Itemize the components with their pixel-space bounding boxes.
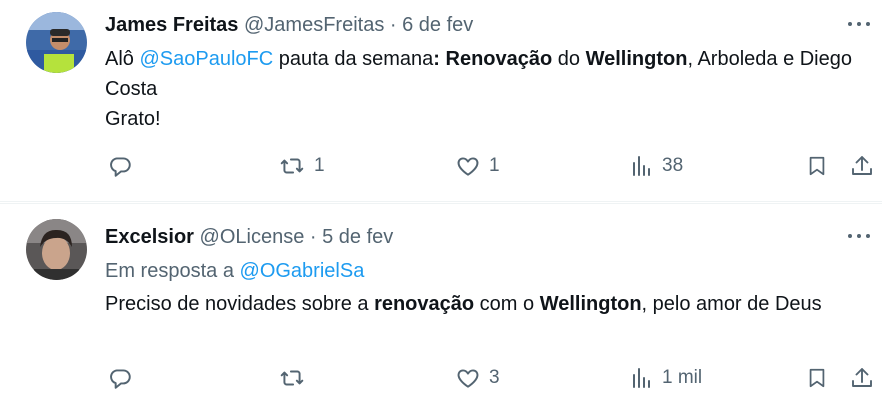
- like-icon: [457, 369, 479, 388]
- text-segment: do: [552, 48, 586, 70]
- text-segment: com o: [474, 293, 540, 315]
- text-segment: Preciso de novidades sobre a: [105, 293, 375, 315]
- retweet-icon: [280, 370, 304, 386]
- views-count: 38: [662, 155, 684, 176]
- bold-text: Wellington: [539, 293, 642, 315]
- tweet-text: Alô @SaoPauloFC pauta da semana: Renovaç…: [105, 44, 864, 134]
- reply-icon: [110, 369, 131, 389]
- views-count: 1 mil: [662, 367, 703, 388]
- bold-text: Renovação: [445, 48, 553, 70]
- divider: [0, 201, 882, 202]
- views-button[interactable]: 38: [630, 153, 683, 179]
- author-name[interactable]: Excelsior: [105, 226, 194, 248]
- tweet-date[interactable]: 5 de fev: [322, 226, 393, 248]
- share-icon: [852, 368, 872, 387]
- like-icon: [457, 157, 479, 176]
- like-count: 3: [489, 367, 500, 388]
- text-segment: Alô: [105, 48, 140, 70]
- views-button[interactable]: 1 mil: [630, 365, 702, 391]
- separator-dot: ·: [389, 14, 397, 36]
- retweet-button[interactable]: [278, 365, 314, 391]
- text-segment: :: [433, 48, 446, 70]
- like-count: 1: [489, 155, 500, 176]
- tweet-header: Excelsior @OLicense · 5 de fev: [105, 222, 864, 252]
- tweet-actions: 1 1 38: [0, 153, 882, 183]
- tweet-actions: 3 1 mil: [0, 365, 882, 395]
- bold-text: Wellington: [585, 48, 688, 70]
- reply-context: Em resposta a @OGabrielSa: [105, 256, 864, 286]
- author-name[interactable]: James Freitas: [105, 14, 238, 36]
- more-icon[interactable]: [846, 226, 872, 246]
- tweet-text: Preciso de novidades sobre a renovação c…: [105, 289, 864, 319]
- tweet-date[interactable]: 6 de fev: [402, 14, 473, 36]
- text-segment: , pelo amor de Deus: [641, 293, 822, 315]
- like-button[interactable]: 3: [455, 365, 500, 391]
- bold-text: renovação: [374, 293, 475, 315]
- share-button[interactable]: [850, 365, 874, 391]
- tweet-james-freitas[interactable]: James Freitas @JamesFreitas · 6 de fev A…: [0, 0, 882, 204]
- author-handle[interactable]: @JamesFreitas: [244, 14, 384, 36]
- more-icon[interactable]: [846, 14, 872, 34]
- bookmark-button[interactable]: [806, 365, 828, 391]
- views-icon: [633, 156, 650, 176]
- mention-link[interactable]: @SaoPauloFC: [139, 48, 273, 70]
- reply-button[interactable]: [107, 365, 141, 391]
- share-button[interactable]: [850, 153, 874, 179]
- retweet-count: 1: [314, 155, 325, 176]
- retweet-button[interactable]: 1: [278, 153, 325, 179]
- reply-mention-link[interactable]: @OGabrielSa: [240, 260, 365, 282]
- reply-icon: [110, 157, 131, 177]
- bookmark-button[interactable]: [806, 153, 828, 179]
- reply-prefix: Em resposta a: [105, 260, 240, 282]
- avatar[interactable]: [26, 219, 87, 280]
- like-button[interactable]: 1: [455, 153, 500, 179]
- tweet-header: James Freitas @JamesFreitas · 6 de fev: [105, 10, 864, 40]
- separator-dot: ·: [309, 226, 317, 248]
- share-icon: [852, 156, 872, 175]
- views-icon: [633, 368, 650, 388]
- avatar[interactable]: [26, 12, 87, 73]
- bookmark-icon: [809, 368, 825, 388]
- text-segment: pauta da semana: [273, 48, 434, 70]
- retweet-icon: [280, 158, 304, 174]
- bookmark-icon: [809, 156, 825, 176]
- reply-button[interactable]: [107, 153, 141, 179]
- text-segment: Grato!: [105, 108, 161, 130]
- author-handle[interactable]: @OLicense: [200, 226, 305, 248]
